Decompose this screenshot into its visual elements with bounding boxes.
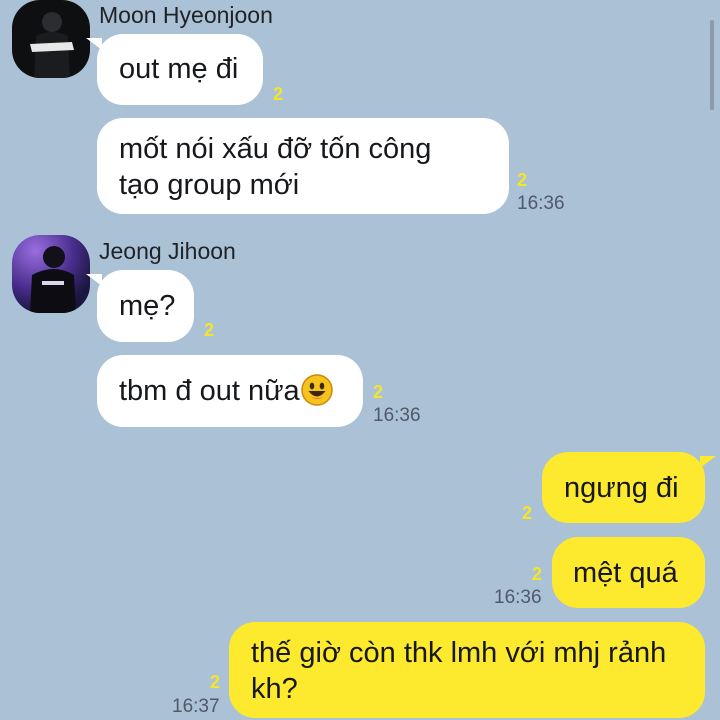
message-bubble[interactable]: mốt nói xấu đỡ tốn công tạo group mới xyxy=(97,118,509,214)
message-timestamp: 16:36 xyxy=(517,193,565,214)
message-bubble[interactable]: mệt quá xyxy=(552,537,705,608)
unread-count: 2 xyxy=(517,170,528,190)
message-bubble[interactable]: out mẹ đi xyxy=(86,34,263,105)
avatar-moon-hyeonjoon[interactable] xyxy=(12,0,90,78)
unread-count: 2 xyxy=(204,320,215,340)
profile-photo-icon xyxy=(12,0,90,78)
message-text: kh? xyxy=(251,673,298,705)
smiling-face-emoji-icon xyxy=(300,374,333,406)
scrollbar[interactable] xyxy=(710,20,714,110)
message-bubble[interactable]: tbm đ out nữa xyxy=(97,355,363,427)
sender-name: Jeong Jihoon xyxy=(99,238,236,264)
message-timestamp: 16:36 xyxy=(373,405,421,426)
message-bubble[interactable]: thế giờ còn thk lmh với mhj rảnh kh? xyxy=(229,622,705,718)
unread-count: 2 xyxy=(273,84,284,104)
message-text: tạo group mới xyxy=(119,169,300,201)
unread-count: 2 xyxy=(210,672,221,692)
message-text: thế giờ còn thk lmh với mhj rảnh xyxy=(251,637,667,669)
message-text: mốt nói xấu đỡ tốn công xyxy=(119,133,432,165)
message-text: out mẹ đi xyxy=(119,53,239,85)
message-text: tbm đ out nữa xyxy=(119,375,300,407)
profile-photo-icon xyxy=(12,235,90,313)
sender-name: Moon Hyeonjoon xyxy=(99,2,273,28)
message-text: ngưng đi xyxy=(564,472,679,504)
unread-count: 2 xyxy=(373,382,384,402)
message-timestamp: 16:36 xyxy=(494,587,542,608)
message-timestamp: 16:37 xyxy=(172,696,220,717)
unread-count: 2 xyxy=(532,564,543,584)
message-bubble[interactable]: ngưng đi xyxy=(542,452,716,523)
avatar-jeong-jihoon[interactable] xyxy=(12,235,90,313)
message-bubble[interactable]: mẹ? xyxy=(86,270,194,342)
message-text: mẹ? xyxy=(119,290,176,322)
message-text: mệt quá xyxy=(573,557,678,589)
unread-count: 2 xyxy=(522,503,533,523)
